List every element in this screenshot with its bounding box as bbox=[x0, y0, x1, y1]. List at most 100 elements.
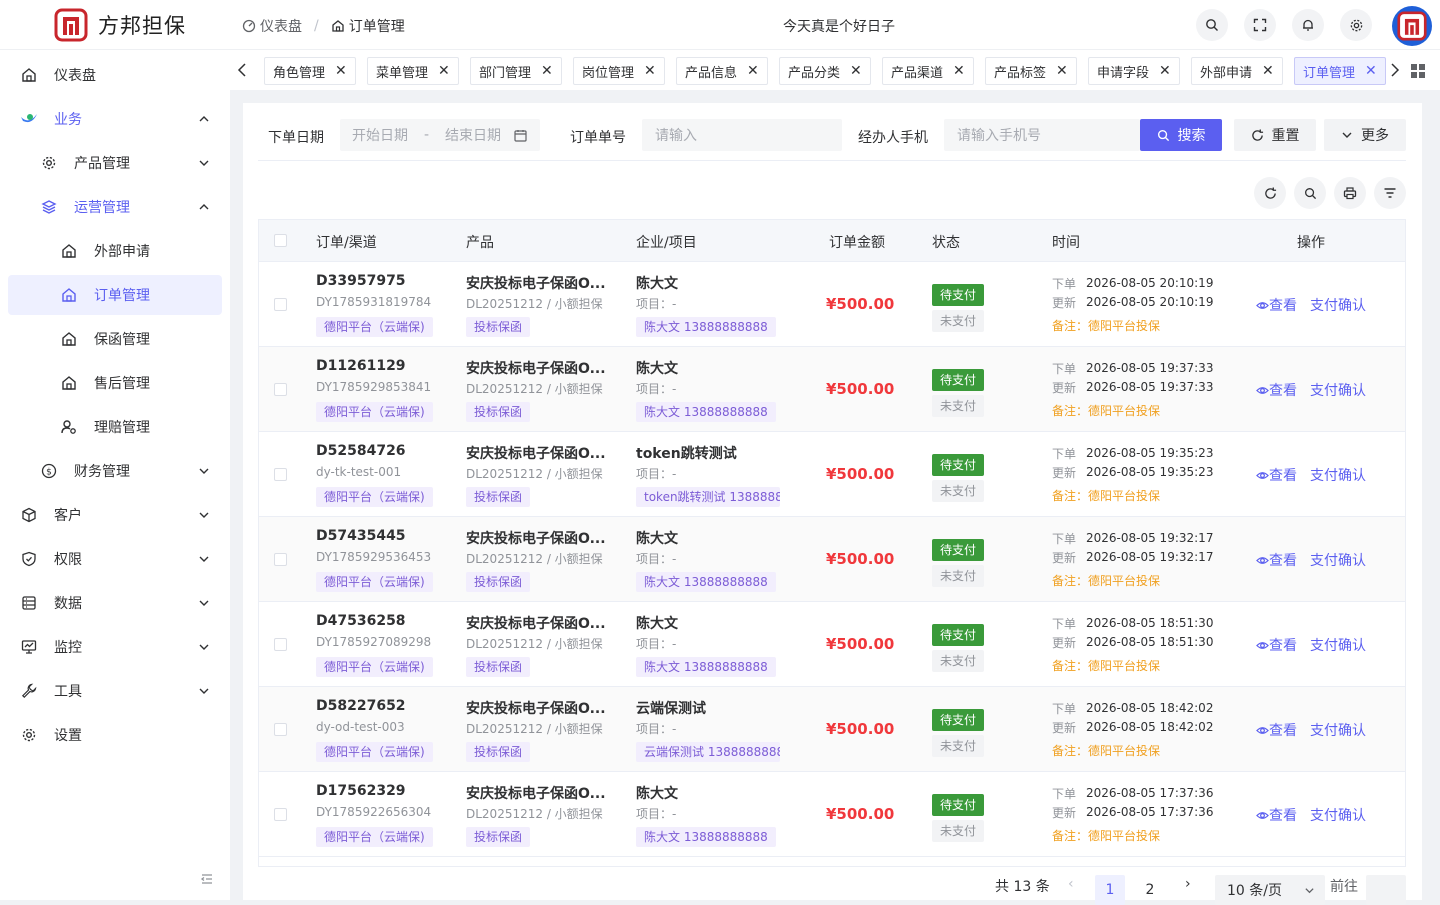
sidebar-item-dashboard[interactable]: 仪表盘 bbox=[8, 55, 222, 95]
close-icon[interactable]: ✕ bbox=[1159, 63, 1171, 79]
order-date-range-picker[interactable]: 开始日期 - 结束日期 bbox=[340, 119, 540, 151]
pagination-page-1[interactable]: 1 bbox=[1095, 875, 1125, 905]
view-button[interactable]: 查看 bbox=[1256, 805, 1297, 825]
order-number[interactable]: D17562329 bbox=[316, 783, 406, 799]
sidebar-item-order-management[interactable]: 订单管理 bbox=[8, 275, 222, 315]
table-column-settings-button[interactable] bbox=[1374, 177, 1406, 209]
sidebar-item-permissions[interactable]: 权限 bbox=[8, 539, 222, 579]
tab-post-management[interactable]: 岗位管理 ✕ bbox=[573, 57, 665, 85]
close-icon[interactable]: ✕ bbox=[438, 63, 450, 79]
tab-order-management[interactable]: 订单管理 ✕ bbox=[1294, 57, 1386, 85]
close-icon[interactable]: ✕ bbox=[335, 63, 347, 79]
sidebar-item-product-management[interactable]: 产品管理 bbox=[8, 143, 222, 183]
order-number[interactable]: D52584726 bbox=[316, 443, 406, 459]
pagination-goto-input[interactable] bbox=[1366, 875, 1406, 905]
pay-confirm-button[interactable]: 支付确认 bbox=[1310, 465, 1366, 485]
tab-department-management[interactable]: 部门管理 ✕ bbox=[470, 57, 562, 85]
row-checkbox[interactable] bbox=[274, 723, 287, 736]
tab-external-apply[interactable]: 外部申请 ✕ bbox=[1191, 57, 1283, 85]
pay-confirm-button[interactable]: 支付确认 bbox=[1310, 550, 1366, 570]
sidebar-collapse-button[interactable] bbox=[200, 872, 214, 886]
tab-product-info[interactable]: 产品信息 ✕ bbox=[676, 57, 768, 85]
view-button[interactable]: 查看 bbox=[1256, 550, 1297, 570]
tab-apply-fields[interactable]: 申请字段 ✕ bbox=[1088, 57, 1180, 85]
order-number[interactable]: D33957975 bbox=[316, 273, 406, 289]
sidebar-item-claims[interactable]: 理赔管理 bbox=[8, 407, 222, 447]
sidebar-item-monitor[interactable]: 监控 bbox=[8, 627, 222, 667]
sidebar-item-business[interactable]: 业务 bbox=[8, 99, 222, 139]
close-icon[interactable]: ✕ bbox=[747, 63, 759, 79]
breadcrumb-item-dashboard[interactable]: 仪表盘 bbox=[242, 16, 302, 36]
sidebar-item-operations[interactable]: 运营管理 bbox=[8, 187, 222, 227]
tab-product-category[interactable]: 产品分类 ✕ bbox=[779, 57, 871, 85]
sidebar-item-data[interactable]: 数据 bbox=[8, 583, 222, 623]
pay-confirm-button[interactable]: 支付确认 bbox=[1310, 720, 1366, 740]
pay-confirm-button[interactable]: 支付确认 bbox=[1310, 295, 1366, 315]
row-checkbox[interactable] bbox=[274, 808, 287, 821]
sidebar-item-tools[interactable]: 工具 bbox=[8, 671, 222, 711]
tabs-scroll-left-icon[interactable] bbox=[236, 63, 248, 77]
row-checkbox[interactable] bbox=[274, 468, 287, 481]
pagination-next-icon[interactable]: › bbox=[1185, 876, 1191, 892]
product-tag: 投标保函 bbox=[466, 572, 531, 592]
row-checkbox[interactable] bbox=[274, 298, 287, 311]
order-number-input[interactable]: 请输入 bbox=[642, 119, 842, 151]
pay-confirm-button[interactable]: 支付确认 bbox=[1310, 635, 1366, 655]
pagination-page-size-select[interactable]: 10 条/页 bbox=[1215, 875, 1325, 905]
table-print-button[interactable] bbox=[1334, 177, 1366, 209]
row-checkbox[interactable] bbox=[274, 638, 287, 651]
pagination-prev-icon[interactable]: ‹ bbox=[1068, 876, 1074, 892]
project-label: 项目：- bbox=[636, 637, 677, 651]
close-icon[interactable]: ✕ bbox=[850, 63, 862, 79]
pagination-page-2[interactable]: 2 bbox=[1135, 875, 1165, 905]
close-icon[interactable]: ✕ bbox=[1056, 63, 1068, 79]
tab-menu-management[interactable]: 菜单管理 ✕ bbox=[367, 57, 459, 85]
notification-button[interactable] bbox=[1292, 9, 1324, 41]
pay-confirm-button[interactable]: 支付确认 bbox=[1310, 380, 1366, 400]
close-icon[interactable]: ✕ bbox=[1365, 63, 1377, 79]
pay-status-badge: 未支付 bbox=[932, 650, 985, 672]
sidebar-item-customers[interactable]: 客户 bbox=[8, 495, 222, 535]
order-number[interactable]: D47536258 bbox=[316, 613, 406, 629]
project-label: 项目：- bbox=[636, 722, 677, 736]
more-filters-button[interactable]: 更多 bbox=[1324, 119, 1406, 151]
fullscreen-button[interactable] bbox=[1244, 9, 1276, 41]
order-time: 2026-08-05 18:51:30 bbox=[1086, 616, 1214, 630]
close-icon[interactable]: ✕ bbox=[1262, 63, 1274, 79]
sidebar-item-finance[interactable]: $ 财务管理 bbox=[8, 451, 222, 491]
reset-button[interactable]: 重置 bbox=[1234, 119, 1316, 151]
table-refresh-button[interactable] bbox=[1254, 177, 1286, 209]
order-number[interactable]: D57435445 bbox=[316, 528, 406, 544]
handler-phone-input[interactable]: 请输入手机号 bbox=[944, 119, 1140, 151]
user-avatar[interactable] bbox=[1392, 6, 1432, 46]
sidebar-item-guarantee-management[interactable]: 保函管理 bbox=[8, 319, 222, 359]
view-button[interactable]: 查看 bbox=[1256, 720, 1297, 740]
view-button[interactable]: 查看 bbox=[1256, 465, 1297, 485]
view-button[interactable]: 查看 bbox=[1256, 380, 1297, 400]
select-all-checkbox[interactable] bbox=[274, 234, 287, 247]
settings-button[interactable] bbox=[1340, 9, 1372, 41]
close-icon[interactable]: ✕ bbox=[644, 63, 656, 79]
table-search-toggle-button[interactable] bbox=[1294, 177, 1326, 209]
close-icon[interactable]: ✕ bbox=[953, 63, 965, 79]
view-button[interactable]: 查看 bbox=[1256, 635, 1297, 655]
grid-icon[interactable] bbox=[1411, 64, 1425, 78]
header-search-button[interactable] bbox=[1196, 9, 1228, 41]
tabs-scroll-right-icon[interactable] bbox=[1389, 63, 1401, 77]
order-number[interactable]: D58227652 bbox=[316, 698, 406, 714]
close-icon[interactable]: ✕ bbox=[541, 63, 553, 79]
pay-confirm-button[interactable]: 支付确认 bbox=[1310, 805, 1366, 825]
brand-logo[interactable]: 方邦担保 bbox=[54, 8, 186, 42]
sidebar-item-settings[interactable]: 设置 bbox=[8, 715, 222, 755]
sidebar-item-after-sales[interactable]: 售后管理 bbox=[8, 363, 222, 403]
company-name: 陈大文 bbox=[636, 361, 678, 377]
tab-product-tag[interactable]: 产品标签 ✕ bbox=[985, 57, 1077, 85]
row-checkbox[interactable] bbox=[274, 383, 287, 396]
order-number[interactable]: D11261129 bbox=[316, 358, 406, 374]
row-checkbox[interactable] bbox=[274, 553, 287, 566]
tab-product-channel[interactable]: 产品渠道 ✕ bbox=[882, 57, 974, 85]
view-button[interactable]: 查看 bbox=[1256, 295, 1297, 315]
search-button[interactable]: 搜索 bbox=[1140, 119, 1222, 151]
tab-role-management[interactable]: 角色管理 ✕ bbox=[264, 57, 356, 85]
sidebar-item-external-apply[interactable]: 外部申请 bbox=[8, 231, 222, 271]
